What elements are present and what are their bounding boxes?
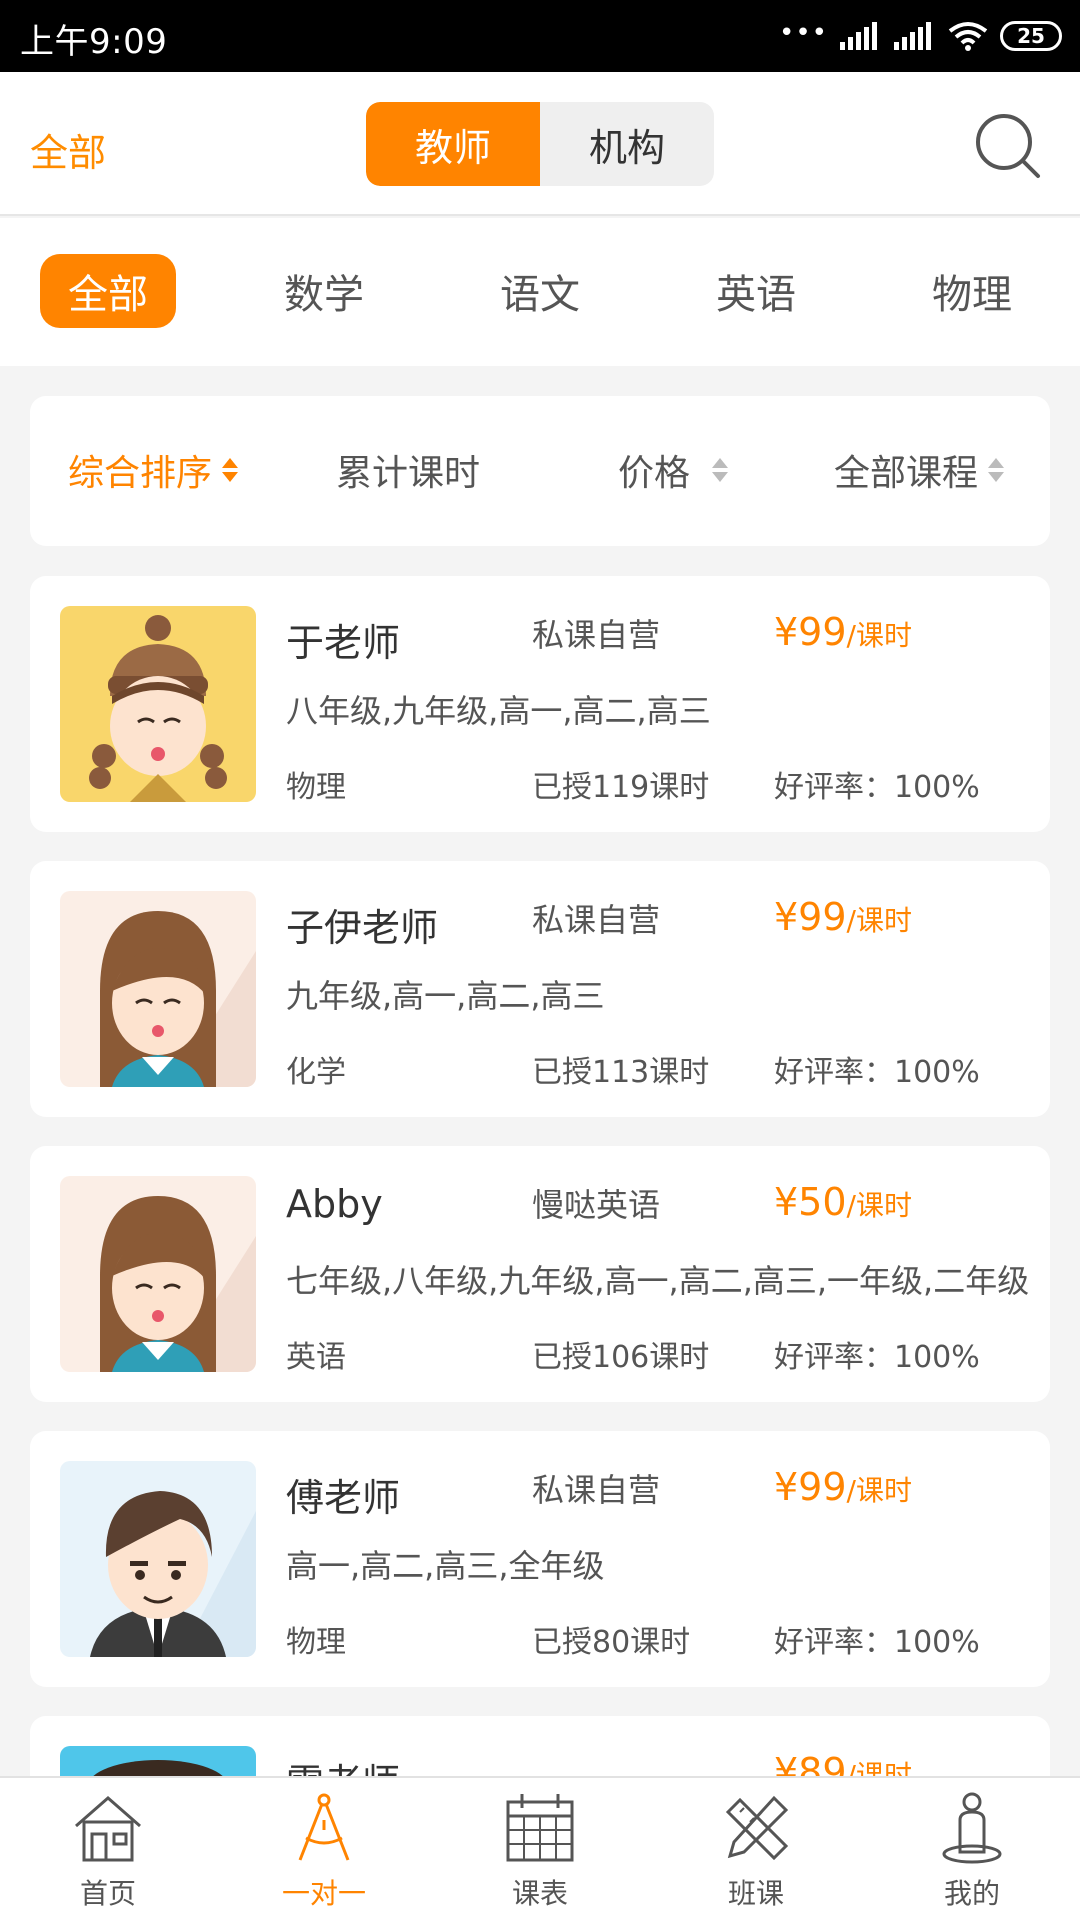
nav-mine-label: 我的 (943, 1877, 1000, 1910)
teacher-name: Abby (286, 1182, 383, 1226)
subject-tab-physics[interactable]: 物理 (904, 254, 1040, 328)
teacher-card[interactable]: 于老师 私课自营 ¥99/课时 八年级,九年级,高一,高二,高三 物理 已授11… (30, 576, 1050, 832)
teacher-price: ¥99/课时 (774, 1465, 912, 1509)
person-icon (942, 1792, 1002, 1864)
nav-home[interactable]: 首页 (0, 1790, 216, 1920)
price-value: ¥99 (774, 1465, 847, 1509)
teacher-org-switch: 教师 机构 (366, 102, 714, 186)
subject-tab-english[interactable]: 英语 (688, 254, 824, 328)
segment-organization[interactable]: 机构 (540, 102, 714, 186)
teacher-hours: 已授113课时 (532, 1055, 710, 1090)
price-unit: /课时 (846, 1474, 912, 1507)
sort-all-courses-label: 全部课程 (834, 453, 979, 494)
nav-schedule[interactable]: 课表 (432, 1790, 648, 1920)
filter-all-button[interactable]: 全部 (30, 122, 106, 177)
teacher-rating: 好评率：100% (774, 1055, 980, 1090)
status-time: 上午9:09 (20, 22, 168, 62)
teacher-subject: 英语 (286, 1340, 346, 1375)
teacher-card[interactable]: Abby 慢哒英语 ¥50/课时 七年级,八年级,九年级,高一,高二,高三,一年… (30, 1146, 1050, 1402)
signal-icon-2 (894, 22, 931, 50)
price-value: ¥99 (774, 895, 847, 939)
teacher-card[interactable]: 子伊老师 私课自营 ¥99/课时 九年级,高一,高二,高三 化学 已授113课时… (30, 861, 1050, 1117)
teacher-price: ¥50/课时 (774, 1180, 912, 1224)
teacher-subject: 物理 (286, 1625, 346, 1660)
teacher-name: 傅老师 (286, 1476, 401, 1520)
teacher-rating: 好评率：100% (774, 1625, 980, 1660)
price-value: ¥99 (774, 610, 847, 654)
subject-tabs: 全部 数学 语文 英语 物理 (0, 218, 1080, 366)
wifi-icon (948, 22, 988, 51)
teacher-name: 于老师 (286, 621, 401, 665)
segment-teacher[interactable]: 教师 (366, 102, 540, 186)
sort-arrows-icon (222, 458, 239, 482)
sort-price-label: 价格 (618, 453, 691, 494)
teacher-name: 子伊老师 (286, 906, 439, 950)
teacher-avatar-man (60, 1461, 256, 1657)
nav-schedule-label: 课表 (511, 1877, 568, 1910)
nav-class[interactable]: 班课 (648, 1790, 864, 1920)
search-icon[interactable] (974, 112, 1042, 180)
teacher-source: 私课自营 (532, 616, 661, 654)
teacher-grades: 八年级,九年级,高一,高二,高三 (286, 692, 711, 730)
nav-one-on-one[interactable]: 一对一 (216, 1790, 432, 1920)
teacher-source: 私课自营 (532, 1471, 661, 1509)
subject-tab-math[interactable]: 数学 (256, 254, 392, 328)
sort-price[interactable]: 价格 (618, 444, 729, 496)
teacher-card[interactable]: 傅老师 私课自营 ¥99/课时 高一,高二,高三,全年级 物理 已授80课时 好… (30, 1431, 1050, 1687)
teacher-grades: 高一,高二,高三,全年级 (286, 1547, 605, 1585)
teacher-price: ¥99/课时 (774, 610, 912, 654)
status-bar: 上午9:09 ••• 25 (0, 0, 1080, 72)
sort-all-courses[interactable]: 全部课程 (834, 444, 1005, 496)
teacher-price: ¥99/课时 (774, 895, 912, 939)
signal-icon (840, 22, 877, 50)
sort-arrows-icon (988, 458, 1005, 482)
teacher-source: 慢哒英语 (532, 1186, 661, 1224)
ruler-pencil-icon (725, 1795, 789, 1861)
bottom-nav: 首页 一对一 课表 班课 我的 (0, 1776, 1080, 1920)
more-dots-icon: ••• (778, 18, 828, 48)
battery-icon: 25 (1000, 21, 1062, 51)
price-unit: /课时 (846, 1189, 912, 1222)
subject-tab-all[interactable]: 全部 (40, 254, 176, 328)
nav-class-label: 班课 (727, 1877, 784, 1910)
sort-total-hours-label: 累计课时 (336, 453, 481, 494)
teacher-hours: 已授80课时 (532, 1625, 691, 1660)
sort-bar: 综合排序 累计课时 价格 全部课程 (30, 396, 1050, 546)
teacher-hours: 已授119课时 (532, 770, 710, 805)
top-header: 全部 教师 机构 (0, 72, 1080, 216)
teacher-rating: 好评率：100% (774, 1340, 980, 1375)
teacher-subject: 化学 (286, 1055, 346, 1090)
status-icons: ••• 25 (779, 16, 1062, 56)
teacher-subject: 物理 (286, 770, 346, 805)
teacher-avatar-girl-hat (60, 606, 256, 802)
price-unit: /课时 (846, 904, 912, 937)
teacher-avatar-girl (60, 891, 256, 1087)
nav-home-label: 首页 (79, 1877, 136, 1910)
teacher-grades: 七年级,八年级,九年级,高一,高二,高三,一年级,二年级 (286, 1262, 1030, 1300)
teacher-avatar-girl (60, 1176, 256, 1372)
sort-comprehensive[interactable]: 综合排序 (68, 444, 239, 496)
price-value: ¥50 (774, 1180, 847, 1224)
nav-one-on-one-label: 一对一 (281, 1877, 366, 1910)
calendar-icon (506, 1794, 574, 1862)
teacher-source: 私课自营 (532, 901, 661, 939)
nav-mine[interactable]: 我的 (864, 1790, 1080, 1920)
subject-tab-chinese[interactable]: 语文 (472, 254, 608, 328)
sort-total-hours[interactable]: 累计课时 (336, 444, 480, 496)
compass-icon (298, 1793, 350, 1861)
teacher-rating: 好评率：100% (774, 770, 980, 805)
teacher-grades: 九年级,高一,高二,高三 (286, 977, 605, 1015)
teacher-hours: 已授106课时 (532, 1340, 710, 1375)
house-icon (75, 1796, 141, 1862)
price-unit: /课时 (846, 619, 912, 652)
sort-arrows-icon (712, 458, 729, 482)
sort-comprehensive-label: 综合排序 (68, 453, 213, 494)
